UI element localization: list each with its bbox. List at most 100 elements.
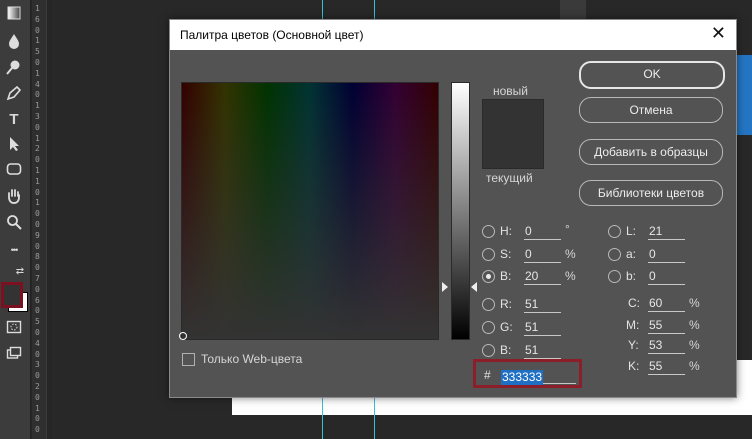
ruler-digit: 0 [35,209,40,219]
hue-radio[interactable] [482,225,495,238]
brightness-radio[interactable] [482,270,495,283]
add-to-swatches-button[interactable]: Добавить в образцы [579,139,723,165]
green-field[interactable]: 51 [524,319,561,336]
swap-colors-icon[interactable]: ⇄ [13,262,27,282]
ruler-digit: 4 [35,338,40,348]
ruler-digit: 8 [35,252,40,262]
magenta-label: M: [626,318,640,332]
ruler-digit: 0 [35,58,40,67]
ruler-digit: 2 [35,144,40,154]
brightness-field[interactable]: 20 [524,268,561,285]
ruler-digit: 1 [35,403,40,413]
ruler-digit: 1 [35,198,40,208]
tools-panel: T ••• ⇄ [0,0,31,439]
yellow-label: Y: [628,338,639,352]
dialog-titlebar[interactable]: Палитра цветов (Основной цвет) ✕ [170,20,736,50]
type-icon[interactable]: T [3,110,25,130]
pen-icon[interactable] [3,85,25,105]
hue-field[interactable]: 0 [524,223,561,240]
ruler-digit: 4 [35,79,40,89]
web-colors-checkbox[interactable] [182,353,195,366]
cyan-field[interactable]: 60 [648,295,685,312]
saturation-label: S: [500,247,512,261]
quick-mask-icon[interactable] [3,320,25,340]
zoom-icon[interactable] [3,214,25,234]
ruler-digit: 0 [35,220,40,229]
color-field[interactable] [179,82,439,340]
lab-a-field[interactable]: 0 [648,246,685,263]
ruler-digit: 0 [35,241,40,251]
ruler-digit: 0 [35,187,40,197]
black-field[interactable]: 55 [648,358,685,375]
color-libraries-button[interactable]: Библиотеки цветов [579,180,723,206]
path-select-icon[interactable] [3,136,25,156]
gradient-icon[interactable] [3,6,25,26]
magenta-field[interactable]: 55 [648,317,685,334]
ruler-digit: 0 [35,328,40,337]
lab-a-radio[interactable] [608,248,621,261]
ruler-digit: 3 [35,360,40,370]
hex-field[interactable]: 333333 [501,368,576,385]
slider-right-handle-icon[interactable] [471,282,477,292]
shape-icon[interactable] [3,162,25,182]
blue-field[interactable]: 51 [524,342,561,359]
saturation-field[interactable]: 0 [524,246,561,263]
slider-left-handle-icon[interactable] [442,282,448,292]
hue-label: H: [500,224,512,238]
ruler-digit: 0 [35,25,40,35]
lightness-field[interactable]: 21 [648,223,685,240]
blue-label: B: [500,343,512,357]
lightness-label: L: [626,224,637,238]
close-icon[interactable]: ✕ [711,23,726,44]
ruler-digit: 0 [35,371,40,381]
brightness-slider[interactable] [451,82,470,340]
vertical-ruler: 1601501401301201101009080706050403020100 [32,0,47,439]
ruler-digit: 5 [35,47,40,57]
lab-b-label: b: [626,269,637,283]
ruler-digit: 1 [35,133,40,143]
drop-icon[interactable] [3,33,25,53]
lightness-radio[interactable] [608,225,621,238]
lab-b-field[interactable]: 0 [648,268,685,285]
hand-icon[interactable] [3,188,25,208]
ruler-digit: 0 [35,306,40,316]
saturation-unit: % [565,247,576,261]
ok-button[interactable]: OK [579,61,725,89]
lab-a-label: a: [626,247,637,261]
ruler-digit: 1 [35,36,40,46]
ruler-digit: 5 [35,317,40,327]
ruler-digit: 9 [35,230,40,240]
cancel-button[interactable]: Отмена [579,97,723,123]
yellow-field[interactable]: 53 [648,337,685,354]
ruler-digit: 0 [35,122,40,132]
ruler-digit: 1 [35,101,40,111]
ruler-digit: 0 [35,284,40,294]
red-field[interactable]: 51 [524,296,561,313]
ruler-digit: 0 [35,263,40,273]
black-label: K: [628,359,640,373]
ruler-digit: 0 [35,155,40,165]
color-field-marker[interactable] [179,332,187,340]
hex-label: # [484,368,491,382]
black-unit: % [689,359,700,373]
lab-b-radio[interactable] [608,270,621,283]
ruler-digit: 0 [35,349,40,359]
brightness-unit: % [565,269,576,283]
blue-radio[interactable] [482,344,495,357]
ruler-digit: 2 [35,382,40,391]
ruler-digit: 0 [35,90,40,100]
red-radio[interactable] [482,298,495,311]
ruler-digit: 3 [35,112,40,121]
brightness-label: B: [500,269,512,283]
foreground-color-swatch[interactable] [1,282,23,308]
ruler-digit: 6 [35,295,40,305]
more-icon[interactable]: ••• [3,240,25,260]
green-radio[interactable] [482,321,495,334]
dodge-icon[interactable] [3,59,25,79]
saturation-radio[interactable] [482,248,495,261]
ruler-digit: 1 [35,4,40,13]
new-current-swatch[interactable] [482,99,544,169]
hex-value: 333333 [501,370,544,385]
cyan-label: C: [628,296,640,310]
screen-mode-icon[interactable] [3,346,25,366]
